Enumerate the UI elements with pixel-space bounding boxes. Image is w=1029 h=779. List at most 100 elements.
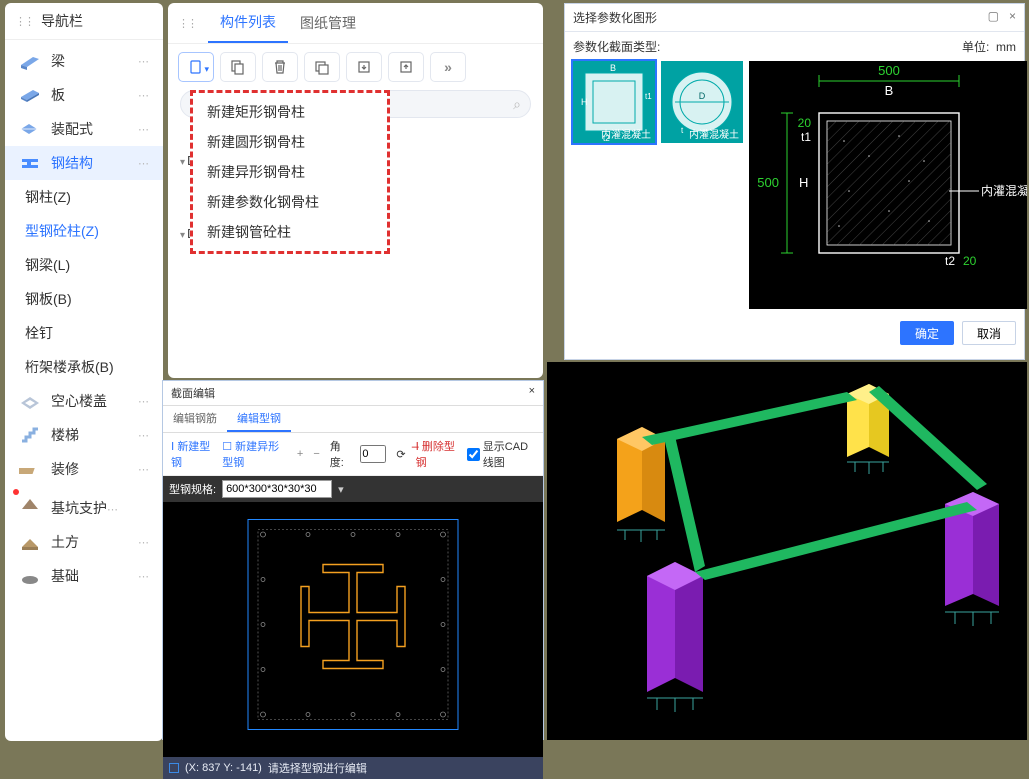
view3d[interactable] <box>547 362 1027 740</box>
nav-label: 基础 <box>51 566 79 586</box>
dd-item-irregular[interactable]: 新建异形钢骨柱 <box>201 157 379 187</box>
nav-item-钢柱(Z)[interactable]: 钢柱(Z) <box>5 180 163 214</box>
copy-button[interactable] <box>220 52 256 82</box>
nav-item-装修[interactable]: 装修⋯ <box>5 452 163 486</box>
maximize-icon[interactable]: ▢ <box>988 9 999 26</box>
rotate-icon[interactable]: ⟳ <box>396 448 405 461</box>
section-title-bar: 截面编辑 × <box>163 381 543 406</box>
spec-label: 型钢规格: <box>169 481 216 497</box>
cancel-button[interactable]: 取消 <box>962 321 1016 345</box>
ok-button[interactable]: 确定 <box>900 321 954 345</box>
svg-text:t1: t1 <box>645 92 652 101</box>
drag-handle-icon[interactable]: ⋮⋮ <box>174 17 200 30</box>
more-icon[interactable]: ⋯ <box>107 504 118 516</box>
nav-item-基础[interactable]: 基础 ⋯ <box>5 559 163 593</box>
nav-label: 钢柱(Z) <box>25 187 71 207</box>
thumb-circle[interactable]: D t 内灌混凝土 <box>661 61 743 143</box>
more-icon[interactable]: ⋯ <box>138 157 149 170</box>
more-icon[interactable]: ⋯ <box>138 123 149 136</box>
svg-text:D: D <box>699 91 706 101</box>
toolbar-more-button[interactable]: » <box>430 52 466 82</box>
angle-label: 角度: <box>330 438 351 470</box>
angle-input[interactable] <box>360 445 386 463</box>
nav-label: 钢板(B) <box>25 289 72 309</box>
nav-item-土方[interactable]: 土方 ⋯ <box>5 525 163 559</box>
dd-item-circle[interactable]: 新建圆形钢骨柱 <box>201 127 379 157</box>
more-icon[interactable]: ⋯ <box>138 89 149 102</box>
close-icon[interactable]: × <box>529 385 535 401</box>
new-steel-button[interactable]: Ⅰ 新建型钢 <box>171 438 212 470</box>
svg-text:H: H <box>581 97 588 107</box>
new-irregular-steel-button[interactable]: ☐ 新建异形型钢 <box>222 438 287 470</box>
dd-item-rect[interactable]: 新建矩形钢骨柱 <box>201 97 379 127</box>
layer-button[interactable] <box>304 52 340 82</box>
nav-item-钢板(B)[interactable]: 钢板(B) <box>5 282 163 316</box>
minus-icon[interactable]: − <box>313 448 319 460</box>
more-icon[interactable]: ⋯ <box>138 463 149 476</box>
search-icon[interactable]: ⌕ <box>513 96 521 113</box>
thumb-label: 内灌混凝土 <box>689 126 739 141</box>
nav-label: 钢结构 <box>51 153 93 173</box>
nav-icon <box>19 532 41 552</box>
dd-item-param[interactable]: 新建参数化钢骨柱 <box>201 187 379 217</box>
plus-icon[interactable]: + <box>297 448 303 460</box>
svg-text:500: 500 <box>757 175 779 190</box>
more-icon[interactable]: ⋯ <box>138 395 149 408</box>
nav-item-空心楼盖[interactable]: 空心楼盖⋯ <box>5 384 163 418</box>
pick-icon[interactable] <box>169 763 179 773</box>
param-body: 参数化截面类型: 单位: mm B H t1 t2 内灌混凝土 <box>565 32 1024 315</box>
nav-item-钢结构[interactable]: 钢结构 ⋯ <box>5 146 163 180</box>
tab-drawing-mgmt[interactable]: 图纸管理 <box>288 4 368 42</box>
nav-label: 装配式 <box>51 119 93 139</box>
drag-handle-icon[interactable]: ⋮⋮ <box>15 15 33 28</box>
nav-item-基坑支护[interactable]: 基坑支护⋯ <box>5 486 163 525</box>
nav-item-钢梁(L)[interactable]: 钢梁(L) <box>5 248 163 282</box>
nav-icon <box>19 459 41 479</box>
param-title-bar: 选择参数化图形 ▢ × <box>565 4 1024 32</box>
import-button[interactable] <box>346 52 382 82</box>
close-icon[interactable]: × <box>1009 9 1016 26</box>
svg-text:B: B <box>885 83 894 98</box>
delete-steel-button[interactable]: Ⅰ̶ 删除型钢 <box>416 438 457 470</box>
nav-label: 基坑支护 <box>51 500 107 516</box>
delete-button[interactable] <box>262 52 298 82</box>
nav-item-装配式[interactable]: 装配式 ⋯ <box>5 112 163 146</box>
unit-label: 单位: <box>962 40 989 54</box>
nav-item-栓钉[interactable]: 栓钉 <box>5 316 163 350</box>
tab-edit-rebar[interactable]: 编辑钢筋 <box>163 406 227 432</box>
more-icon[interactable]: ⋯ <box>138 570 149 583</box>
tab-edit-steel[interactable]: 编辑型钢 <box>227 406 291 432</box>
nav-title: 导航栏 <box>41 11 83 31</box>
status-bar: (X: 837 Y: -141) 请选择型钢进行编辑 <box>163 757 543 779</box>
nav-item-梁[interactable]: 梁⋯ <box>5 44 163 78</box>
component-tabs: ⋮⋮ 构件列表 图纸管理 <box>168 3 543 44</box>
svg-text:t1: t1 <box>801 130 811 144</box>
svg-text:t2: t2 <box>945 254 955 268</box>
section-canvas[interactable] <box>163 502 543 757</box>
export-button[interactable] <box>388 52 424 82</box>
nav-icon <box>19 153 41 173</box>
nav-item-楼梯[interactable]: 楼梯⋯ <box>5 418 163 452</box>
show-cad-checkbox[interactable]: 显示CAD线图 <box>467 438 535 470</box>
param-dialog: 选择参数化图形 ▢ × 参数化截面类型: 单位: mm B H t1 t2 <box>564 3 1025 360</box>
spec-dropdown-icon[interactable]: ▾ <box>338 483 344 496</box>
nav-icon <box>19 51 41 71</box>
caret-down-icon: ▾ <box>180 230 185 241</box>
cursor-pos: (X: 837 Y: -141) <box>185 762 262 774</box>
more-icon[interactable]: ⋯ <box>138 536 149 549</box>
nav-label: 土方 <box>51 532 79 552</box>
nav-item-板[interactable]: 板⋯ <box>5 78 163 112</box>
new-button[interactable] <box>178 52 214 82</box>
more-icon[interactable]: ⋯ <box>138 55 149 68</box>
thumb-square[interactable]: B H t1 t2 内灌混凝土 <box>573 61 655 143</box>
dd-item-pipe[interactable]: 新建钢管砼柱 <box>201 217 379 247</box>
tab-component-list[interactable]: 构件列表 <box>208 3 288 43</box>
nav-item-桁架楼承板(B)[interactable]: 桁架楼承板(B) <box>5 350 163 384</box>
more-icon[interactable]: ⋯ <box>138 429 149 442</box>
nav-icon <box>19 85 41 105</box>
nav-label: 桁架楼承板(B) <box>25 357 114 377</box>
section-tabs: 编辑钢筋 编辑型钢 <box>163 406 543 433</box>
spec-bar: 型钢规格: ▾ <box>163 476 543 502</box>
nav-item-型钢砼柱(Z)[interactable]: 型钢砼柱(Z) <box>5 214 163 248</box>
spec-input[interactable] <box>222 480 332 498</box>
